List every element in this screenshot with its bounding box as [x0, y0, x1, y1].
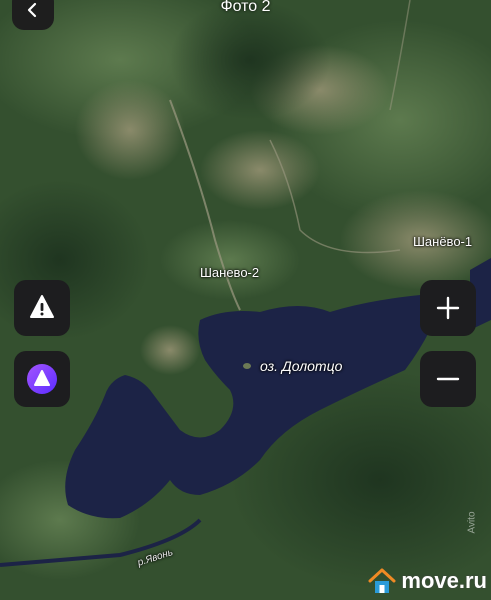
alice-assistant-button[interactable]	[14, 351, 70, 407]
house-logo-icon	[368, 568, 396, 593]
page-title: Фото 2	[220, 0, 271, 15]
watermark-text: move.ru	[401, 568, 487, 593]
satellite-map[interactable]	[0, 0, 491, 600]
zoom-out-button[interactable]	[420, 351, 476, 407]
village-label-shanevo-1: Шанёво-1	[413, 234, 473, 249]
report-problem-button[interactable]	[14, 280, 70, 336]
lake-label: оз. Долотцо	[260, 358, 343, 374]
zoom-in-button[interactable]	[420, 280, 476, 336]
village-label-shanevo-2: Шанево-2	[200, 265, 260, 280]
plus-icon	[436, 296, 460, 320]
alice-assistant-icon	[27, 364, 57, 394]
avito-watermark: Avito	[466, 511, 478, 534]
minus-icon	[436, 377, 460, 381]
top-bar: Фото 2	[0, 0, 491, 30]
move-watermark: move.ru	[367, 566, 487, 596]
warning-icon	[30, 295, 54, 318]
